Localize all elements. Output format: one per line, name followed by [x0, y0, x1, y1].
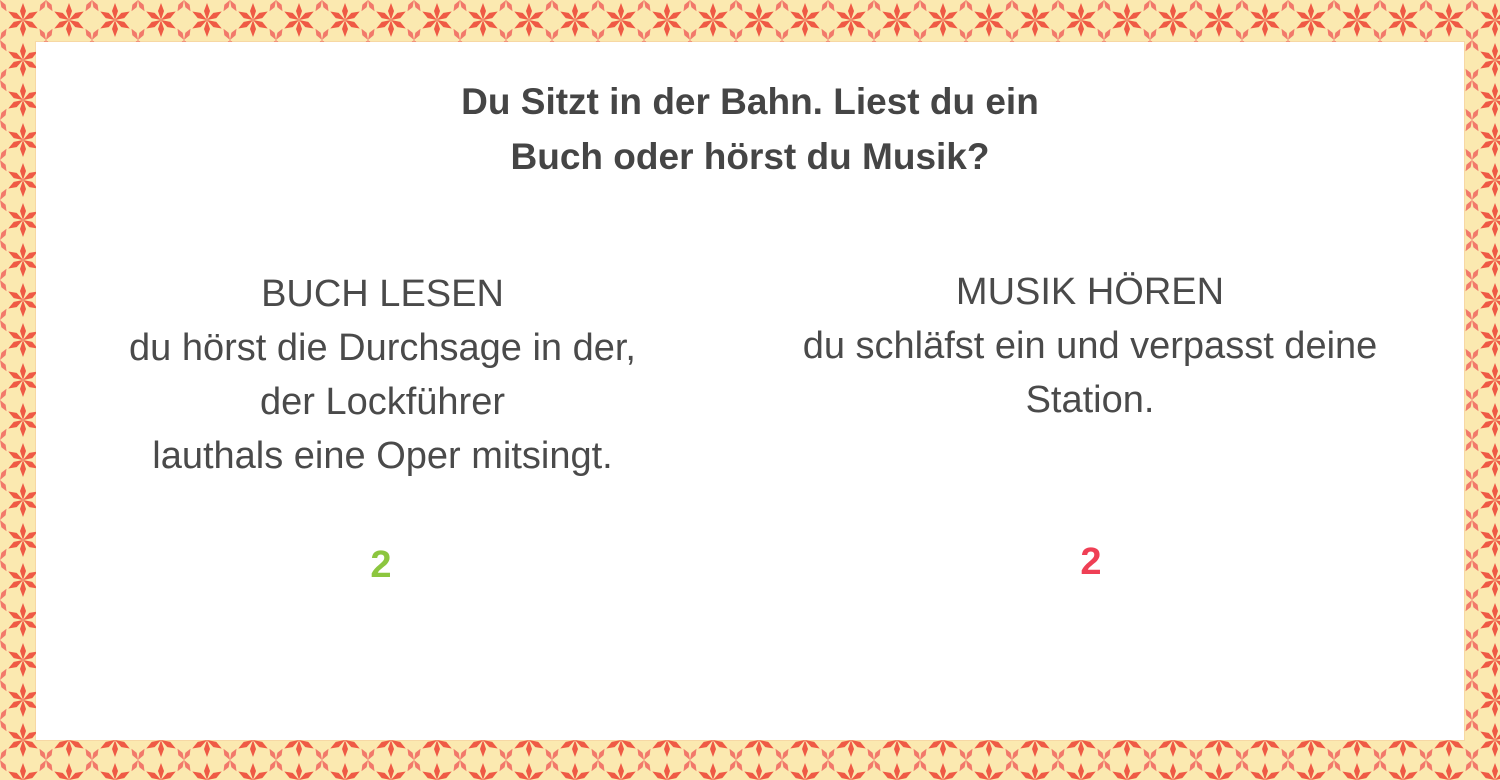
option-buch-lesen[interactable]: BUCH LESEN du hörst die Durchsage in der… [60, 267, 705, 483]
option-text-line: Station. [1025, 379, 1155, 421]
question-line-1: Du Sitzt in der Bahn. Liest du ein [461, 81, 1039, 122]
option-title: MUSIK HÖREN [955, 271, 1225, 313]
option-text-line: lauthals eine Oper mitsingt. [152, 435, 613, 477]
option-title: BUCH LESEN [261, 273, 504, 315]
option-text-line: du schläfst ein und verpasst deine [802, 325, 1378, 367]
option-musik-hoeren[interactable]: MUSIK HÖREN du schläfst ein und verpasst… [760, 265, 1420, 427]
score-musik-hoeren: 2 [1080, 541, 1102, 583]
option-text-line: der Lockführer [259, 381, 505, 423]
question-heading: Du Sitzt in der Bahn. Liest du ein Buch … [0, 74, 1500, 184]
score-buch-lesen: 2 [370, 544, 392, 586]
question-line-2: Buch oder hörst du Musik? [510, 136, 990, 177]
option-text-line: du hörst die Durchsage in der, [129, 327, 636, 369]
